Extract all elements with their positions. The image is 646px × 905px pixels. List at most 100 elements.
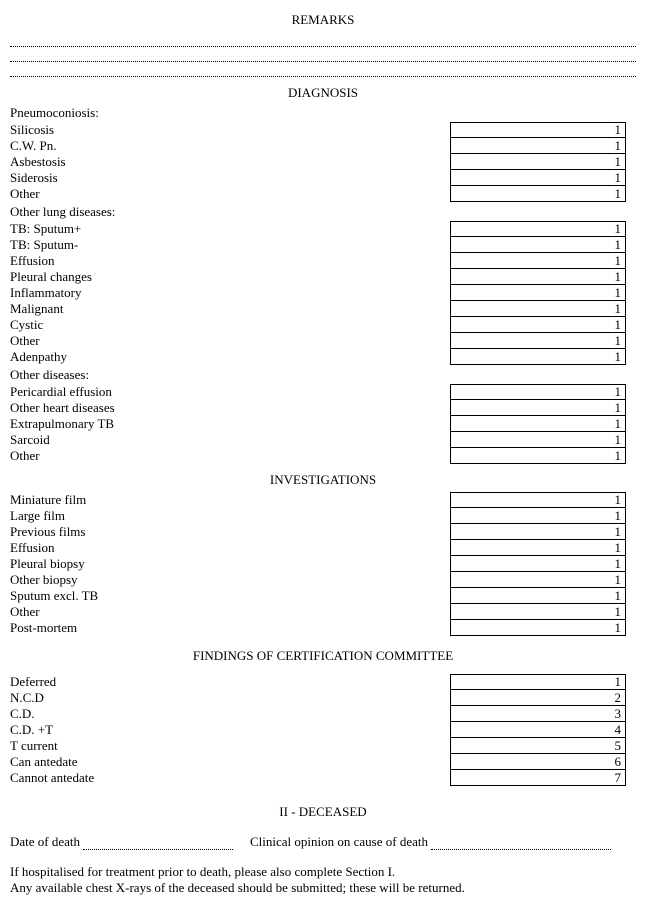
remarks-line[interactable] — [10, 34, 636, 47]
other-lung-row: Other1 — [10, 333, 636, 349]
finding-label: C.D. +T — [10, 722, 450, 738]
investigation-label: Other biopsy — [10, 572, 450, 588]
finding-value-box[interactable]: 2 — [450, 690, 626, 706]
other-disease-row: Sarcoid1 — [10, 432, 636, 448]
finding-label: Deferred — [10, 674, 450, 690]
investigation-value-box[interactable]: 1 — [450, 524, 626, 540]
other-lung-value-box[interactable]: 1 — [450, 253, 626, 269]
investigation-label: Previous films — [10, 524, 450, 540]
finding-row: Cannot antedate7 — [10, 770, 636, 786]
group-other-lung: Other lung diseases: — [10, 204, 636, 220]
finding-value-box[interactable]: 7 — [450, 770, 626, 786]
group-pneumoconiosis: Pneumoconiosis: — [10, 105, 636, 121]
finding-value-box[interactable]: 4 — [450, 722, 626, 738]
other-lung-value-box[interactable]: 1 — [450, 317, 626, 333]
other-lung-value-box[interactable]: 1 — [450, 349, 626, 365]
other-lung-row: Inflammatory1 — [10, 285, 636, 301]
investigation-value-box[interactable]: 1 — [450, 572, 626, 588]
investigation-row: Post-mortem1 — [10, 620, 636, 636]
finding-label: T current — [10, 738, 450, 754]
investigation-label: Post-mortem — [10, 620, 450, 636]
other-lung-label: Inflammatory — [10, 285, 450, 301]
remarks-line[interactable] — [10, 49, 636, 62]
investigation-value-box[interactable]: 1 — [450, 508, 626, 524]
investigation-row: Pleural biopsy1 — [10, 556, 636, 572]
remarks-heading: REMARKS — [10, 12, 636, 28]
other-lung-value-box[interactable]: 1 — [450, 333, 626, 349]
finding-row: C.D. +T4 — [10, 722, 636, 738]
deceased-heading: II - DECEASED — [10, 804, 636, 820]
investigation-value-box[interactable]: 1 — [450, 604, 626, 620]
clinical-opinion-label: Clinical opinion on cause of death — [250, 834, 428, 849]
date-of-death-label: Date of death — [10, 834, 80, 849]
investigation-row: Sputum excl. TB1 — [10, 588, 636, 604]
pneumo-row: Asbestosis1 — [10, 154, 636, 170]
investigation-value-box[interactable]: 1 — [450, 492, 626, 508]
other-lung-row: Pleural changes1 — [10, 269, 636, 285]
other-lung-value-box[interactable]: 1 — [450, 301, 626, 317]
finding-value-box[interactable]: 6 — [450, 754, 626, 770]
other-lung-label: Malignant — [10, 301, 450, 317]
finding-value-box[interactable]: 5 — [450, 738, 626, 754]
investigation-label: Large film — [10, 508, 450, 524]
other-disease-row: Other1 — [10, 448, 636, 464]
investigation-row: Other biopsy1 — [10, 572, 636, 588]
pneumo-value-box[interactable]: 1 — [450, 138, 626, 154]
remarks-line[interactable] — [10, 64, 636, 77]
other-disease-row: Extrapulmonary TB1 — [10, 416, 636, 432]
date-of-death-field[interactable]: Date of death — [10, 834, 250, 850]
pneumo-value-box[interactable]: 1 — [450, 154, 626, 170]
investigations-heading: INVESTIGATIONS — [10, 472, 636, 488]
investigation-value-box[interactable]: 1 — [450, 556, 626, 572]
other-disease-value-box[interactable]: 1 — [450, 416, 626, 432]
other-lung-value-box[interactable]: 1 — [450, 221, 626, 237]
pneumo-value-box[interactable]: 1 — [450, 122, 626, 138]
other-disease-value-box[interactable]: 1 — [450, 400, 626, 416]
other-disease-label: Other — [10, 448, 450, 464]
pneumo-label: Asbestosis — [10, 154, 450, 170]
other-lung-row: TB: Sputum+1 — [10, 221, 636, 237]
finding-value-box[interactable]: 1 — [450, 674, 626, 690]
investigation-value-box[interactable]: 1 — [450, 620, 626, 636]
finding-value-box[interactable]: 3 — [450, 706, 626, 722]
clinical-opinion-field[interactable]: Clinical opinion on cause of death — [250, 834, 636, 850]
investigation-value-box[interactable]: 1 — [450, 540, 626, 556]
investigation-row: Large film1 — [10, 508, 636, 524]
other-lung-row: Cystic1 — [10, 317, 636, 333]
finding-row: C.D.3 — [10, 706, 636, 722]
findings-heading: FINDINGS OF CERTIFICATION COMMITTEE — [10, 648, 636, 664]
finding-row: T current5 — [10, 738, 636, 754]
other-lung-row: Adenpathy1 — [10, 349, 636, 365]
group-other-diseases: Other diseases: — [10, 367, 636, 383]
finding-row: Can antedate6 — [10, 754, 636, 770]
pneumo-value-box[interactable]: 1 — [450, 186, 626, 202]
other-lung-value-box[interactable]: 1 — [450, 237, 626, 253]
pneumo-value-box[interactable]: 1 — [450, 170, 626, 186]
finding-label: Can antedate — [10, 754, 450, 770]
investigation-row: Effusion1 — [10, 540, 636, 556]
other-lung-label: Other — [10, 333, 450, 349]
investigation-row: Previous films1 — [10, 524, 636, 540]
other-disease-value-box[interactable]: 1 — [450, 448, 626, 464]
other-lung-value-box[interactable]: 1 — [450, 285, 626, 301]
investigation-value-box[interactable]: 1 — [450, 588, 626, 604]
pneumo-row: Siderosis1 — [10, 170, 636, 186]
other-disease-value-box[interactable]: 1 — [450, 384, 626, 400]
finding-row: N.C.D2 — [10, 690, 636, 706]
other-lung-row: Malignant1 — [10, 301, 636, 317]
pneumo-label: Siderosis — [10, 170, 450, 186]
investigation-label: Sputum excl. TB — [10, 588, 450, 604]
investigation-label: Miniature film — [10, 492, 450, 508]
diagnosis-heading: DIAGNOSIS — [10, 85, 636, 101]
other-disease-label: Pericardial effusion — [10, 384, 450, 400]
other-disease-row: Pericardial effusion1 — [10, 384, 636, 400]
other-lung-row: Effusion1 — [10, 253, 636, 269]
other-disease-value-box[interactable]: 1 — [450, 432, 626, 448]
other-disease-row: Other heart diseases1 — [10, 400, 636, 416]
other-disease-label: Extrapulmonary TB — [10, 416, 450, 432]
note-xrays: Any available chest X-rays of the deceas… — [10, 880, 636, 896]
pneumo-row: C.W. Pn.1 — [10, 138, 636, 154]
other-lung-row: TB: Sputum-1 — [10, 237, 636, 253]
pneumo-label: Other — [10, 186, 450, 202]
other-lung-value-box[interactable]: 1 — [450, 269, 626, 285]
